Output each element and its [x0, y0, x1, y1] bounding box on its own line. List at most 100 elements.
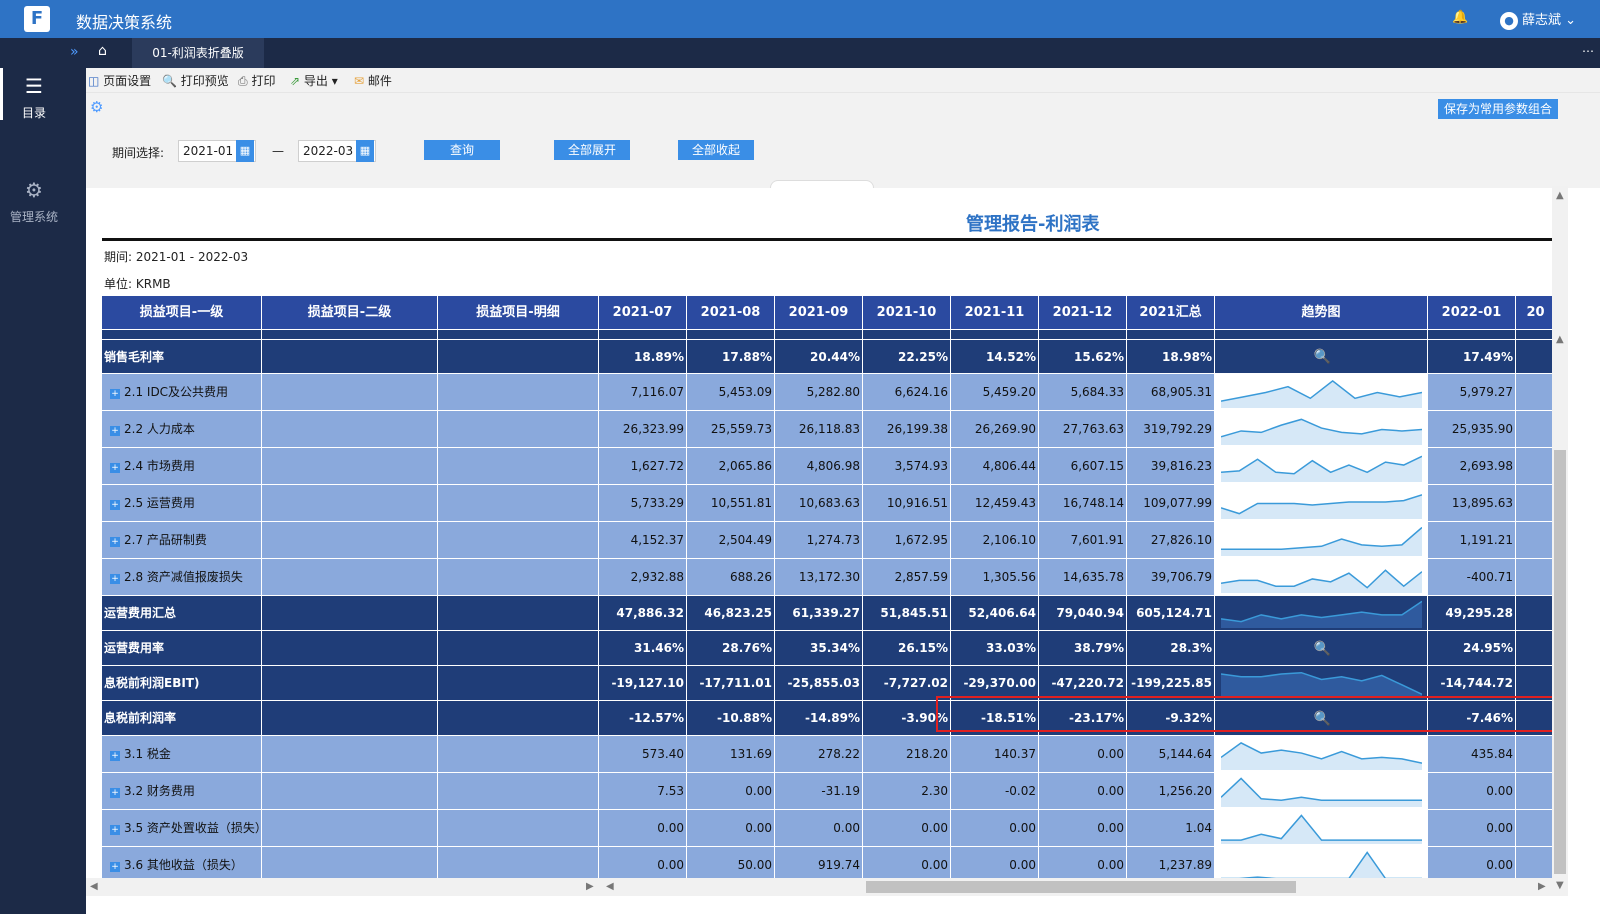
export-button[interactable]: ⇗ 导出 ▾	[290, 72, 338, 89]
row-label[interactable]: +2.2 人力成本	[102, 411, 262, 448]
sparkline-chart	[1221, 814, 1422, 844]
collapse-params-handle[interactable]	[770, 180, 874, 188]
value-cell: 0.00	[951, 810, 1039, 847]
column-header[interactable]: 损益项目-一级	[102, 296, 262, 330]
scroll-right-arrow[interactable]: ▶	[586, 881, 594, 892]
tab-profit-report[interactable]: 01-利润表折叠版	[132, 38, 264, 68]
value-cell: 1,274.73	[775, 522, 863, 559]
value-cell-cut	[1516, 810, 1552, 847]
scroll-right-arrow[interactable]: ▶	[1538, 881, 1546, 892]
vertical-scrollbar[interactable]: ▲ ▲ ▼	[1552, 186, 1568, 896]
scroll-left-arrow[interactable]: ◀	[90, 881, 98, 892]
mail-button[interactable]: ✉ 邮件	[354, 72, 392, 89]
sidebar-item-catalog[interactable]: ☰ 目录	[0, 68, 68, 121]
trend-cell[interactable]	[1215, 596, 1428, 631]
value-cell: 24.95%	[1428, 631, 1516, 666]
expand-row-icon[interactable]: +	[110, 500, 120, 510]
main-content: ◫ 页面设置 🔍 打印预览 ⎙ 打印 ⇗ 导出 ▾ ✉ 邮件 ⚙ 保存为常用参数…	[86, 68, 1600, 914]
expand-row-icon[interactable]: +	[110, 389, 120, 399]
trend-cell[interactable]: 🔍	[1215, 340, 1428, 374]
row-label[interactable]: +2.5 运营费用	[102, 485, 262, 522]
value-cell: 1,191.21	[1428, 522, 1516, 559]
expand-row-icon[interactable]: +	[110, 788, 120, 798]
detail-cell	[438, 374, 599, 411]
expand-row-icon[interactable]: +	[110, 862, 120, 872]
column-header[interactable]: 2021汇总	[1127, 296, 1215, 330]
trend-cell[interactable]	[1215, 773, 1428, 810]
column-header[interactable]: 2021-07	[599, 296, 687, 330]
horizontal-scroll-thumb[interactable]	[866, 881, 1296, 893]
horizontal-scrollbar[interactable]: ◀ ▶ ◀ ▶	[86, 878, 1552, 896]
trend-cell[interactable]	[1215, 411, 1428, 448]
column-header[interactable]: 2021-08	[687, 296, 775, 330]
column-header[interactable]: 2022-01	[1428, 296, 1516, 330]
column-header[interactable]: 损益项目-明细	[438, 296, 599, 330]
trend-cell[interactable]	[1215, 448, 1428, 485]
expand-sidebar-icon[interactable]: »	[70, 44, 79, 60]
page-setup-button[interactable]: ◫ 页面设置	[88, 72, 151, 89]
column-header[interactable]: 2021-12	[1039, 296, 1127, 330]
trend-cell[interactable]	[1215, 522, 1428, 559]
expand-row-icon[interactable]: +	[110, 574, 120, 584]
trend-cell[interactable]: 🔍	[1215, 631, 1428, 666]
header-spacer	[951, 330, 1039, 340]
expand-all-button[interactable]: 全部展开	[554, 140, 630, 160]
column-header[interactable]: 损益项目-二级	[262, 296, 438, 330]
expand-row-icon[interactable]: +	[110, 463, 120, 473]
save-params-button[interactable]: 保存为常用参数组合	[1438, 99, 1558, 119]
column-header[interactable]: 2021-11	[951, 296, 1039, 330]
home-icon[interactable]: ⌂	[98, 43, 107, 59]
row-label[interactable]: +3.2 财务费用	[102, 773, 262, 810]
row-label[interactable]: +3.1 税金	[102, 736, 262, 773]
calendar-icon[interactable]: ▦	[236, 140, 254, 162]
trend-cell[interactable]	[1215, 559, 1428, 596]
trend-cell[interactable]	[1215, 810, 1428, 847]
value-cell: 131.69	[687, 736, 775, 773]
expand-row-icon[interactable]: +	[110, 537, 120, 547]
sparkline-chart	[1221, 671, 1422, 698]
row-label[interactable]: +2.8 资产减值报废损失	[102, 559, 262, 596]
trend-cell[interactable]	[1215, 485, 1428, 522]
scroll-left-arrow[interactable]: ◀	[606, 881, 614, 892]
more-icon[interactable]: ⋯	[1582, 44, 1594, 58]
sparkline-chart	[1221, 851, 1422, 881]
row-label[interactable]: +2.7 产品研制费	[102, 522, 262, 559]
column-header[interactable]: 趋势图	[1215, 296, 1428, 330]
expand-row-icon[interactable]: +	[110, 825, 120, 835]
app-logo[interactable]: F	[24, 6, 50, 32]
column-header[interactable]: 2021-10	[863, 296, 951, 330]
row-label[interactable]: +2.4 市场费用	[102, 448, 262, 485]
user-menu[interactable]: ● 薛志斌 ⌄	[1500, 9, 1576, 30]
calendar-icon[interactable]: ▦	[356, 140, 374, 162]
collapse-all-button[interactable]: 全部收起	[678, 140, 754, 160]
value-cell: -23.17%	[1039, 701, 1127, 736]
print-button[interactable]: ⎙ 打印	[238, 72, 275, 89]
filter-settings-icon[interactable]: ⚙	[90, 98, 103, 116]
detail-cell	[438, 340, 599, 374]
scroll-up-arrow[interactable]: ▲	[1556, 190, 1564, 201]
query-button[interactable]: 查询	[424, 140, 500, 160]
no-chart-icon: 🔍	[1313, 349, 1331, 365]
expand-row-icon[interactable]: +	[110, 426, 120, 436]
scroll-down-arrow[interactable]: ▼	[1556, 880, 1564, 891]
value-cell: 0.00	[863, 810, 951, 847]
trend-cell[interactable]: 🔍	[1215, 701, 1428, 736]
scroll-up-arrow[interactable]: ▲	[1556, 334, 1564, 345]
vertical-scroll-thumb[interactable]	[1554, 450, 1566, 874]
bell-icon[interactable]: 🔔	[1452, 10, 1468, 25]
value-cell-cut	[1516, 596, 1552, 631]
row-label-text: 3.1 税金	[124, 747, 171, 761]
level2-cell	[262, 631, 438, 666]
sidebar-item-management[interactable]: ⚙ 管理系统	[0, 178, 68, 225]
column-header[interactable]: 20	[1516, 296, 1552, 330]
trend-cell[interactable]	[1215, 666, 1428, 701]
level2-cell	[262, 810, 438, 847]
row-label[interactable]: +3.5 资产处置收益（损失）	[102, 810, 262, 847]
trend-cell[interactable]	[1215, 374, 1428, 411]
print-preview-button[interactable]: 🔍 打印预览	[162, 72, 229, 89]
expand-row-icon[interactable]: +	[110, 751, 120, 761]
detail-cell	[438, 810, 599, 847]
trend-cell[interactable]	[1215, 736, 1428, 773]
column-header[interactable]: 2021-09	[775, 296, 863, 330]
row-label[interactable]: +2.1 IDC及公共费用	[102, 374, 262, 411]
